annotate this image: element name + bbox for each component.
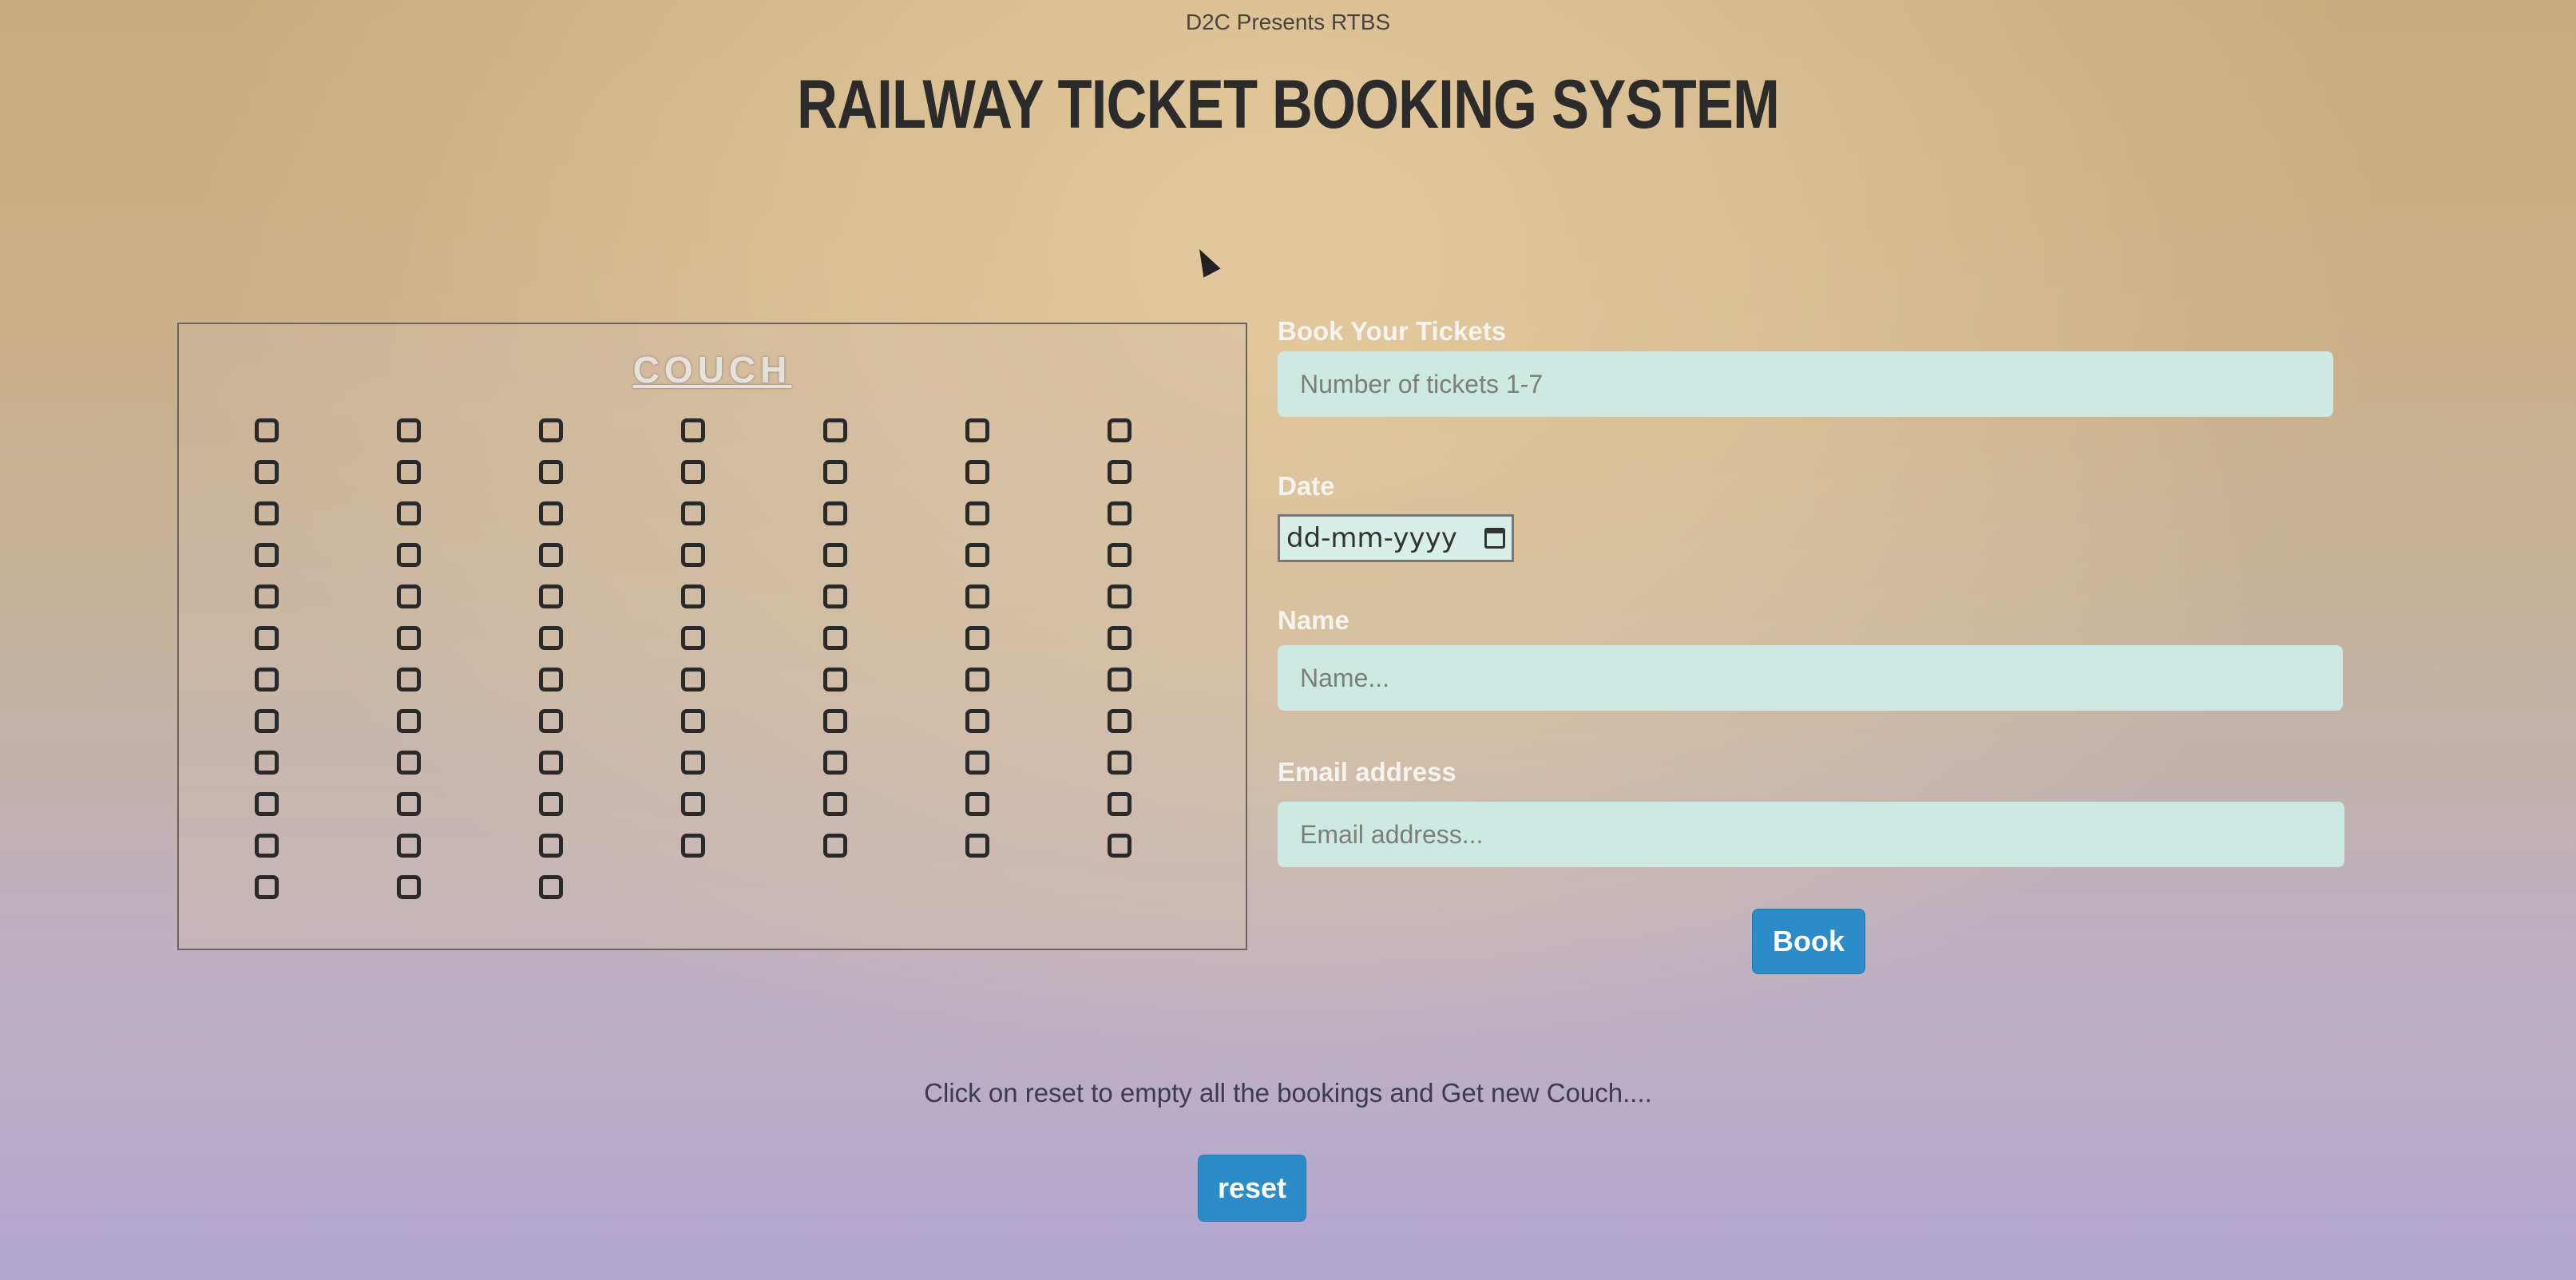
seat-checkbox[interactable] [681,626,705,650]
page-title: RAILWAY TICKET BOOKING SYSTEM [796,66,1780,143]
seat-checkbox[interactable] [823,668,847,692]
seat-checkbox[interactable] [965,751,989,775]
seat-checkbox[interactable] [397,501,421,525]
couch-panel: COUCH [177,323,1247,950]
tickets-label: Book Your Tickets [1278,316,1507,346]
seat-checkbox[interactable] [1108,626,1131,650]
seat-checkbox[interactable] [681,751,705,775]
seat-checkbox[interactable] [823,834,847,858]
date-field[interactable]: dd-mm-yyyy [1278,514,1514,562]
seat-checkbox[interactable] [1108,460,1131,484]
email-label: Email address [1278,757,1456,787]
seat-checkbox[interactable] [397,751,421,775]
seat-checkbox[interactable] [539,585,563,608]
seat-checkbox[interactable] [681,668,705,692]
seat-checkbox[interactable] [397,875,421,899]
seat-checkbox[interactable] [539,460,563,484]
seat-checkbox[interactable] [823,543,847,567]
seat-checkbox[interactable] [823,626,847,650]
seat-checkbox[interactable] [681,460,705,484]
seat-checkbox[interactable] [965,792,989,816]
seat-checkbox[interactable] [539,501,563,525]
tickets-input[interactable] [1278,351,2333,417]
seat-checkbox[interactable] [255,626,279,650]
reset-instruction: Click on reset to empty all the bookings… [924,1078,1652,1108]
seat-checkbox[interactable] [397,709,421,733]
seat-checkbox[interactable] [965,668,989,692]
name-label: Name [1278,605,1349,635]
seat-checkbox[interactable] [823,709,847,733]
seat-checkbox[interactable] [1108,501,1131,525]
seat-checkbox[interactable] [397,626,421,650]
book-button[interactable]: Book [1752,909,1865,974]
seat-checkbox[interactable] [539,792,563,816]
seat-checkbox[interactable] [255,501,279,525]
seat-checkbox[interactable] [1108,834,1131,858]
seat-checkbox[interactable] [255,418,279,442]
couch-title: COUCH [632,349,792,390]
seat-checkbox[interactable] [965,709,989,733]
seat-checkbox[interactable] [397,834,421,858]
seat-checkbox[interactable] [255,834,279,858]
seat-checkbox[interactable] [1108,792,1131,816]
name-input[interactable] [1278,645,2343,711]
seat-checkbox[interactable] [255,751,279,775]
seat-checkbox[interactable] [1108,418,1131,442]
seat-checkbox[interactable] [539,626,563,650]
seat-checkbox[interactable] [255,460,279,484]
seat-checkbox[interactable] [539,875,563,899]
seat-checkbox[interactable] [397,585,421,608]
seat-checkbox[interactable] [539,709,563,733]
seat-checkbox[interactable] [255,875,279,899]
seat-checkbox[interactable] [397,460,421,484]
seat-checkbox[interactable] [1108,668,1131,692]
seat-checkbox[interactable] [823,751,847,775]
seat-checkbox[interactable] [965,834,989,858]
seat-checkbox[interactable] [255,543,279,567]
seat-checkbox[interactable] [1108,585,1131,608]
mouse-cursor-icon [1191,244,1221,278]
seat-checkbox[interactable] [681,834,705,858]
seat-checkbox[interactable] [823,501,847,525]
seat-checkbox[interactable] [255,792,279,816]
seat-checkbox[interactable] [1108,543,1131,567]
seat-checkbox[interactable] [965,626,989,650]
seat-checkbox[interactable] [681,585,705,608]
seat-checkbox[interactable] [681,709,705,733]
seat-checkbox[interactable] [1108,709,1131,733]
seat-checkbox[interactable] [397,543,421,567]
seat-checkbox[interactable] [539,834,563,858]
seat-checkbox[interactable] [255,709,279,733]
seat-checkbox[interactable] [965,501,989,525]
seat-checkbox[interactable] [397,418,421,442]
page-caption: D2C Presents RTBS [1185,10,1391,34]
seat-checkbox[interactable] [681,543,705,567]
seat-checkbox[interactable] [823,418,847,442]
seat-checkbox[interactable] [965,585,989,608]
seat-checkbox[interactable] [397,668,421,692]
email-input[interactable] [1278,802,2344,867]
seat-checkbox[interactable] [965,418,989,442]
seat-checkbox[interactable] [681,792,705,816]
seat-checkbox[interactable] [823,585,847,608]
seat-checkbox[interactable] [965,460,989,484]
seat-checkbox[interactable] [397,792,421,816]
seat-checkbox[interactable] [539,543,563,567]
seat-checkbox[interactable] [255,585,279,608]
date-label: Date [1278,471,1335,501]
seat-checkbox[interactable] [539,668,563,692]
seat-checkbox[interactable] [1108,751,1131,775]
seat-grid [255,418,1250,899]
seat-checkbox[interactable] [681,501,705,525]
seat-checkbox[interactable] [255,668,279,692]
reset-button[interactable]: reset [1198,1155,1306,1222]
seat-checkbox[interactable] [539,751,563,775]
date-placeholder: dd-mm-yyyy [1286,522,1457,554]
seat-checkbox[interactable] [681,418,705,442]
seat-checkbox[interactable] [823,460,847,484]
seat-checkbox[interactable] [539,418,563,442]
seat-checkbox[interactable] [965,543,989,567]
seat-checkbox[interactable] [823,792,847,816]
calendar-icon[interactable] [1484,528,1505,549]
